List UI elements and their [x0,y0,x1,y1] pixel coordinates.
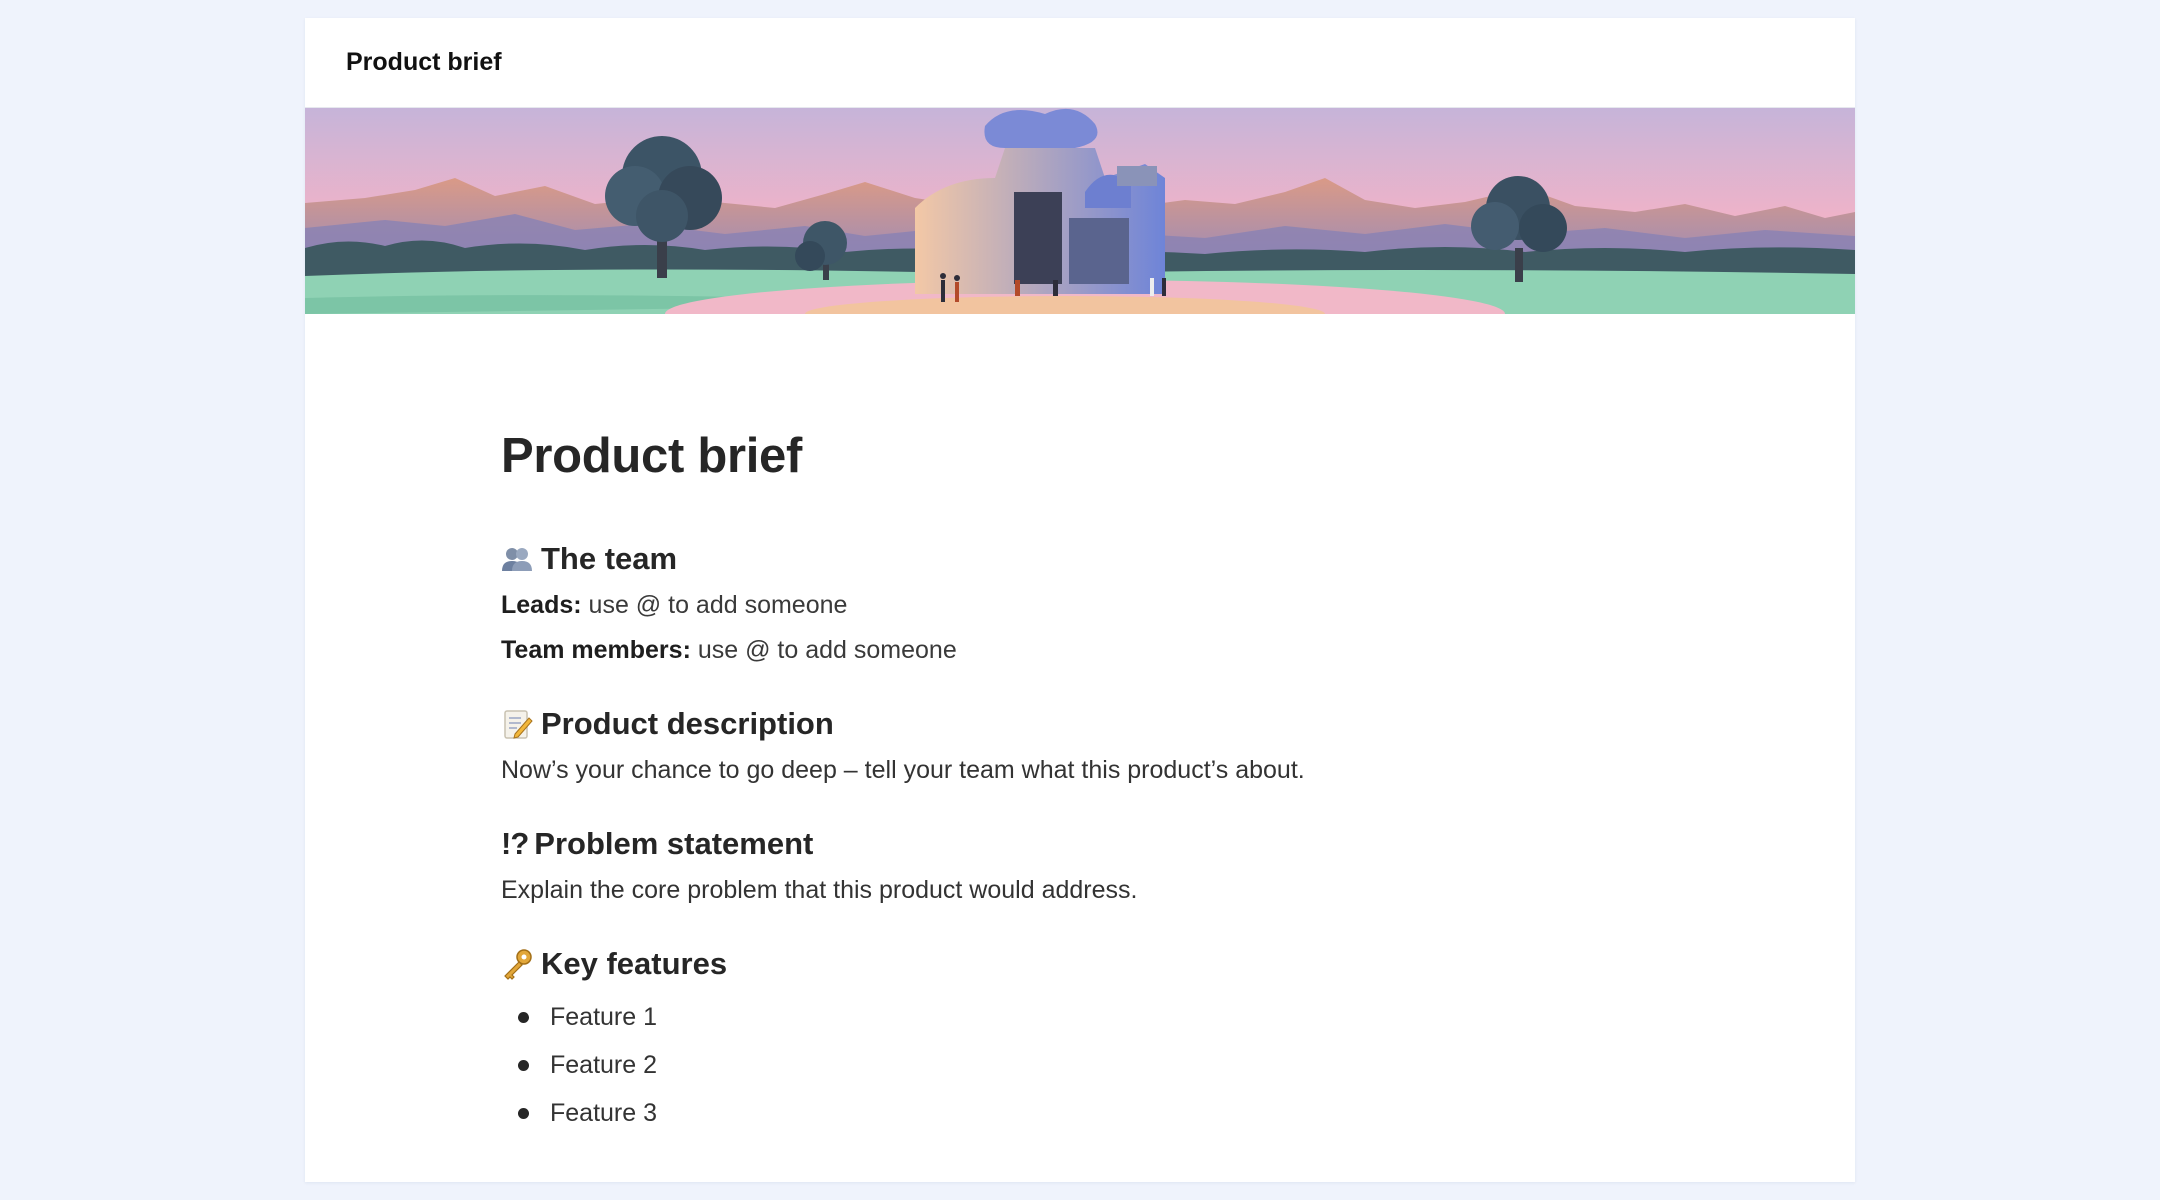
page-header: Product brief [305,18,1855,108]
product-description-text[interactable]: Now’s your chance to go deep – tell your… [501,753,1601,787]
list-item[interactable]: Feature 1 [501,1000,1601,1034]
team-members-line[interactable]: Team members: use @ to add someone [501,633,1601,667]
leads-line[interactable]: Leads: use @ to add someone [501,588,1601,622]
leads-value: use @ to add someone [588,591,848,619]
list-item-text: Feature 2 [550,1051,658,1079]
team-heading-text: The team [541,541,678,576]
problem-statement-text[interactable]: Explain the core problem that this produ… [501,873,1601,907]
list-item-text: Feature 1 [550,1003,658,1031]
list-item[interactable]: Feature 2 [501,1048,1601,1082]
people-icon [502,548,532,571]
page-header-title[interactable]: Product brief [346,48,502,77]
key-features-heading-text: Key features [541,946,728,981]
team-members-label: Team members: [501,636,691,664]
product-description-heading-text: Product description [541,706,834,741]
interrobang-icon: !? [501,826,529,861]
bullet-icon [518,1060,529,1071]
document-page: Product brief Product brief The team Lea… [305,18,1855,1182]
bullet-icon [518,1012,529,1023]
key-features-heading[interactable]: Key features [501,944,1601,984]
list-item[interactable]: Feature 3 [501,1096,1601,1130]
problem-statement-heading[interactable]: !? Problem statement [501,824,1601,864]
list-item-text: Feature 3 [550,1099,658,1127]
product-description-heading[interactable]: Product description [501,704,1601,744]
bullet-icon [518,1108,529,1119]
memo-icon [504,710,533,739]
team-heading[interactable]: The team [501,539,1601,579]
problem-statement-heading-text: Problem statement [534,826,814,861]
document-title[interactable]: Product brief [501,426,1601,486]
feature-list: Feature 1 Feature 2 Feature 3 [501,1000,1601,1130]
key-icon [504,949,532,980]
leads-label: Leads: [501,591,582,619]
banner-image [305,108,1855,314]
team-members-value: use @ to add someone [697,636,957,664]
document-body: Product brief The team Leads: use @ to a… [501,426,1601,1144]
